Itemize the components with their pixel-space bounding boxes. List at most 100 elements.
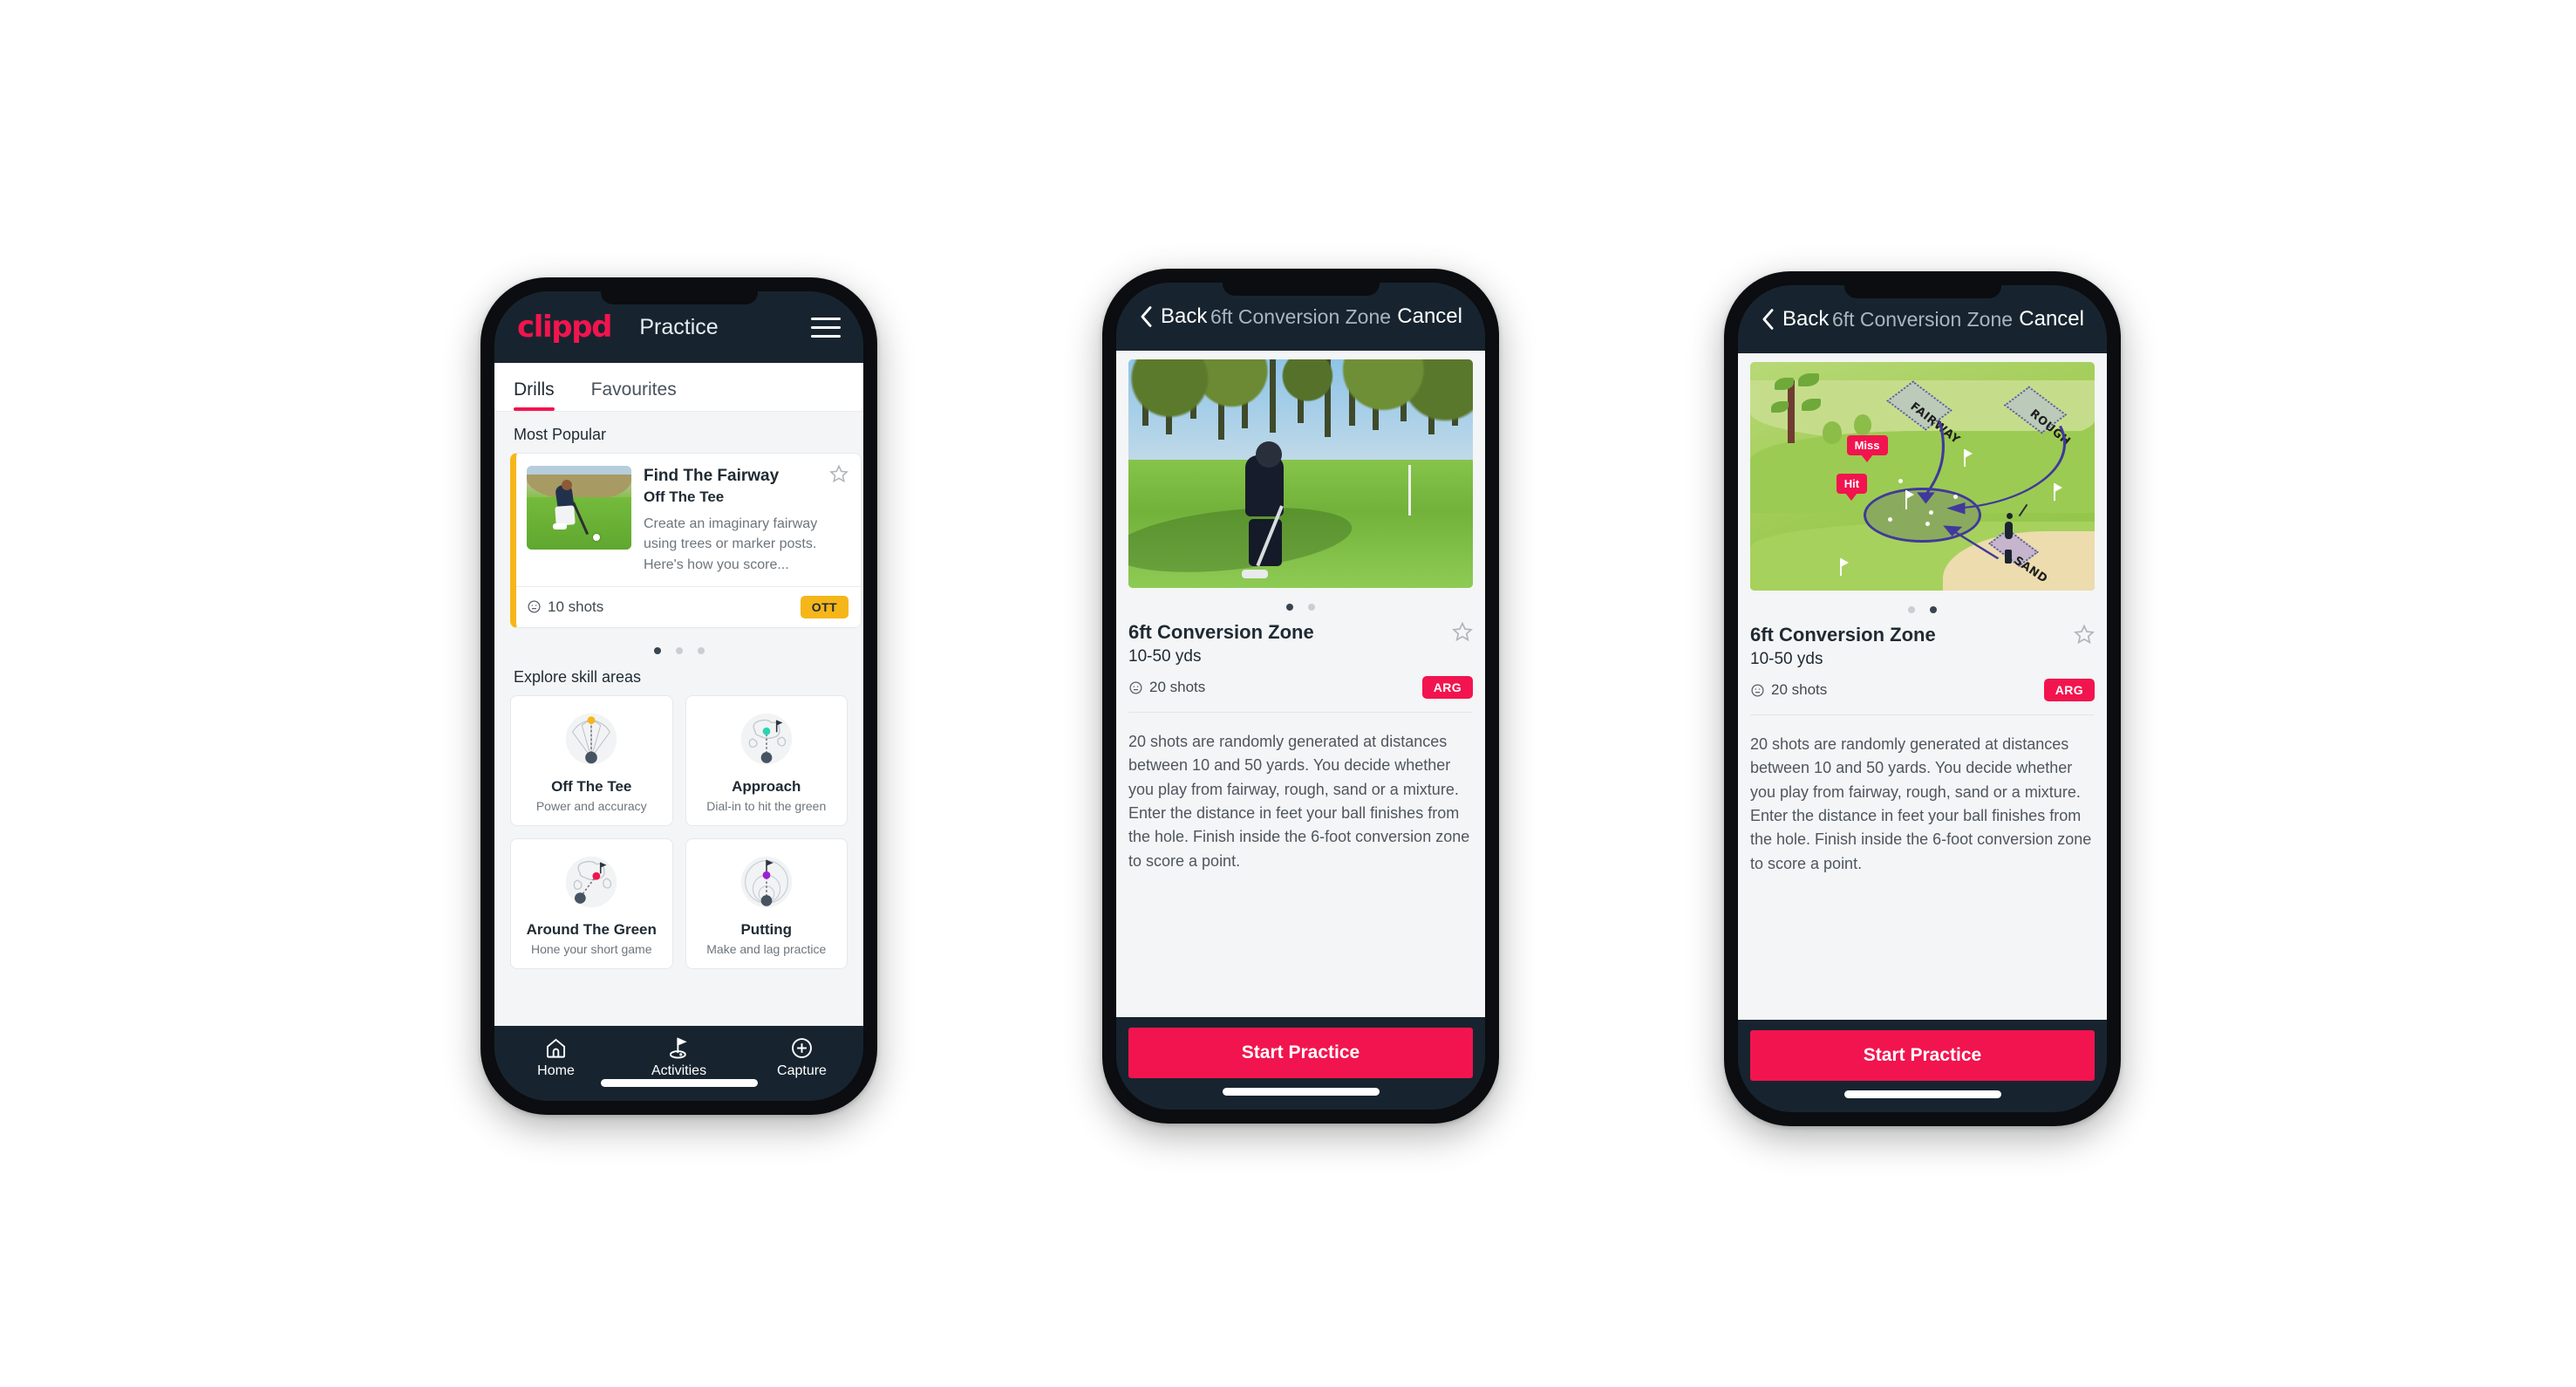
star-outline-icon[interactable]: [1452, 621, 1473, 642]
carousel-dots[interactable]: [510, 646, 848, 654]
nav-label-capture: Capture: [777, 1063, 827, 1078]
hamburger-icon[interactable]: [811, 317, 841, 338]
drill-meta: Find The Fairway Off The Tee Create an i…: [644, 464, 848, 576]
detail-header: 6ft Conversion Zone 10-50 yds: [1128, 621, 1473, 666]
detail-title-block: 6ft Conversion Zone 10-50 yds: [1128, 621, 1314, 666]
skill-card-approach[interactable]: Approach Dial-in to hit the green: [685, 694, 848, 826]
drill-yardage: 10-50 yds: [1750, 650, 1823, 668]
drill-carousel[interactable]: Find The Fairway Off The Tee Create an i…: [510, 453, 862, 628]
star-outline-icon[interactable]: [829, 464, 848, 483]
carousel-dot-1[interactable]: [1286, 604, 1293, 611]
skill-card-putting[interactable]: Putting Make and lag practice: [685, 837, 848, 969]
course-diagram-illustration: FAIRWAY ROUGH SAND Miss Hit: [1750, 362, 2095, 591]
shot-path-arrows: [1917, 420, 2067, 560]
drill-name: 6ft Conversion Zone: [1750, 624, 1936, 646]
golf-flag-icon: [669, 1037, 687, 1059]
shots-icon: [1751, 683, 1764, 697]
skill-title: Around The Green: [526, 920, 657, 938]
bottom-navigation: Home Activities Capture: [494, 1026, 863, 1101]
tab-favourites[interactable]: Favourites: [591, 379, 689, 411]
drill-thumbnail: [527, 466, 631, 550]
explore-skill-areas-label: Explore skill areas: [514, 667, 642, 686]
around-green-icon: [518, 851, 665, 916]
skill-areas-grid: Off The Tee Power and accuracy Approach …: [510, 694, 848, 969]
drill-card-find-the-fairway[interactable]: Find The Fairway Off The Tee Create an i…: [510, 453, 862, 628]
carousel-dot-2[interactable]: [1930, 606, 1937, 613]
hero-media-diagram[interactable]: FAIRWAY ROUGH SAND Miss Hit: [1750, 362, 2095, 591]
cancel-button[interactable]: Cancel: [1397, 304, 1462, 329]
clippd-logo[interactable]: clippd: [517, 310, 612, 345]
phone1-home-indicator: [600, 1079, 758, 1087]
approach-green-icon: [693, 708, 841, 773]
skill-title: Off The Tee: [551, 777, 632, 795]
star-outline-icon[interactable]: [2074, 624, 2095, 645]
tab-bar: Drills Favourites: [494, 363, 863, 412]
tab-drills[interactable]: Drills: [514, 379, 567, 411]
skill-chip-ott: OTT: [800, 595, 848, 618]
shots-count: 20 shots: [1128, 679, 1205, 696]
nav-item-activities[interactable]: Activities: [617, 1036, 740, 1079]
nav-item-capture[interactable]: Capture: [740, 1036, 863, 1079]
phone3-home-indicator: [1843, 1090, 2001, 1098]
nav-item-home[interactable]: Home: [494, 1036, 617, 1079]
drill-name: Find The Fairway: [644, 467, 780, 485]
shots-count: 20 shots: [1750, 681, 1827, 699]
phone1-screen: clippd Practice Drills Favourites Most P…: [494, 291, 863, 1101]
golfer-chipping-photo: [1128, 359, 1473, 588]
carousel-dot-1[interactable]: [653, 646, 661, 654]
drill-name: 6ft Conversion Zone: [1128, 621, 1314, 643]
drill-description: 20 shots are randomly generated at dista…: [1128, 712, 1473, 873]
phone-drill-detail-photo: Back 6ft Conversion Zone Cancel 6ft Conv…: [1102, 269, 1499, 1124]
golfer-figure: [2005, 522, 2014, 540]
drill-skill: Off The Tee: [644, 488, 725, 505]
drill-card-footer: 10 shots OTT: [516, 585, 861, 627]
tag-miss: Miss: [1846, 434, 1888, 455]
carousel-dot-2[interactable]: [675, 646, 683, 654]
back-label: Back: [1782, 307, 1830, 331]
carousel-dot-1[interactable]: [1908, 606, 1915, 613]
shots-label: 20 shots: [1771, 681, 1828, 698]
shots-label: 20 shots: [1149, 679, 1206, 695]
hero-media-photo[interactable]: [1128, 359, 1473, 588]
detail-title-block: 6ft Conversion Zone 10-50 yds: [1750, 624, 1936, 669]
nav-label-home: Home: [537, 1063, 575, 1078]
carousel-dot-2[interactable]: [1308, 604, 1315, 611]
back-label: Back: [1161, 304, 1208, 328]
back-button[interactable]: Back: [1761, 307, 1829, 331]
phone3-content: FAIRWAY ROUGH SAND Miss Hit 6ft Conversi…: [1738, 353, 2107, 1020]
home-icon: [546, 1038, 566, 1058]
carousel-dot-3[interactable]: [697, 646, 705, 654]
phone1-content: Most Popular Find The Fairway Off The Te…: [494, 412, 863, 1026]
drill-description: 20 shots are randomly generated at dista…: [1750, 714, 2095, 876]
phone-drills-list: clippd Practice Drills Favourites Most P…: [480, 277, 877, 1115]
phone2-content: 6ft Conversion Zone 10-50 yds 20 shots A…: [1116, 351, 1485, 1017]
skill-subtitle: Power and accuracy: [535, 798, 647, 813]
detail-header: 6ft Conversion Zone 10-50 yds: [1750, 624, 2095, 669]
skill-subtitle: Hone your short game: [530, 941, 652, 956]
hero-carousel-dots[interactable]: [1128, 604, 1473, 611]
drill-card-top: Find The Fairway Off The Tee Create an i…: [516, 454, 861, 586]
skill-card-off-the-tee[interactable]: Off The Tee Power and accuracy: [510, 694, 673, 826]
cancel-button[interactable]: Cancel: [2019, 307, 2084, 331]
skill-subtitle: Make and lag practice: [706, 941, 827, 956]
hero-carousel-dots[interactable]: [1750, 606, 2095, 613]
back-button[interactable]: Back: [1139, 304, 1207, 329]
chevron-left-icon: [1762, 309, 1774, 330]
phone3-notch: [1843, 285, 2001, 298]
start-practice-button[interactable]: Start Practice: [1750, 1030, 2095, 1081]
phone2-home-indicator: [1222, 1088, 1380, 1096]
phone3-screen: Back 6ft Conversion Zone Cancel FAIRWAY …: [1738, 285, 2107, 1112]
skill-card-around-the-green[interactable]: Around The Green Hone your short game: [510, 837, 673, 969]
chevron-left-icon: [1141, 306, 1152, 327]
drill-yardage: 10-50 yds: [1128, 647, 1202, 666]
start-practice-button[interactable]: Start Practice: [1128, 1028, 1473, 1078]
plus-circle-icon: [792, 1038, 812, 1058]
shots-label: 10 shots: [548, 598, 604, 615]
shots-count: 10 shots: [527, 598, 603, 616]
phone3-cta-area: Start Practice: [1738, 1020, 2107, 1112]
drill-description: Create an imaginary fairway using trees …: [644, 516, 818, 573]
nav-label-activities: Activities: [651, 1063, 707, 1078]
tag-hit: Hit: [1836, 474, 1868, 495]
